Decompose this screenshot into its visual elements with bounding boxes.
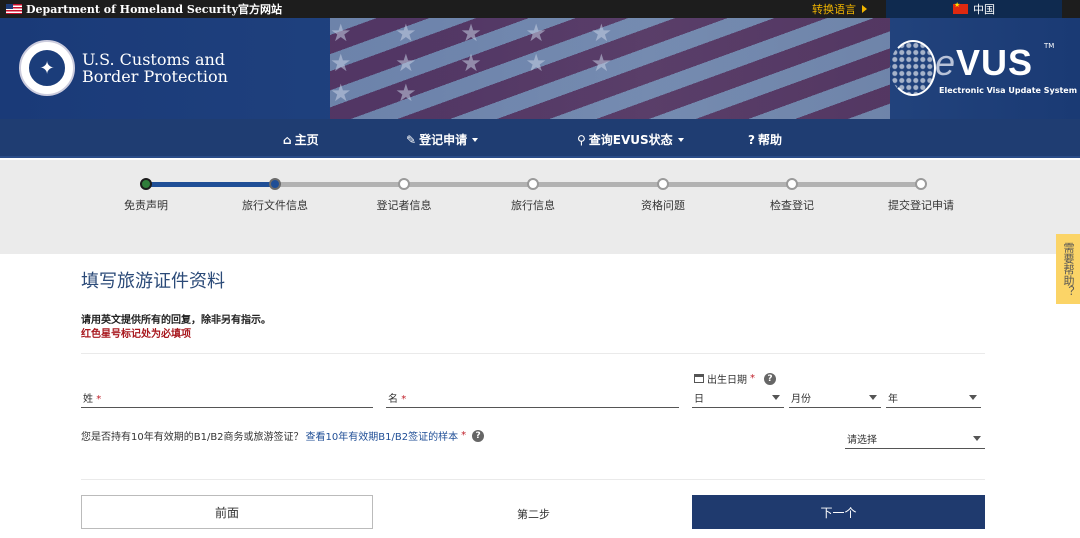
home-icon: ⌂ [283,132,292,147]
required-mark: * [96,394,102,405]
step-dot [398,178,410,190]
step-label: 旅行信息 [511,199,555,212]
china-flag-icon [953,1,968,14]
divider [81,353,985,354]
given-name-label: 名 * [388,390,406,405]
caret-down-icon [973,436,981,441]
calendar-icon [694,374,704,383]
caret-down-icon [472,137,479,142]
help-tab[interactable]: 需要帮助？ [1056,234,1080,304]
nav-item-apply[interactable]: ✎ 登记申请 [406,131,479,148]
nav-item-status[interactable]: ⚲ 查询EVUS状态 [577,131,684,148]
evus-logo[interactable]: eVUS TM Electronic Visa Update System [890,38,1077,100]
step-dot [269,178,281,190]
given-name-label-text: 名 [388,394,398,405]
divider [81,479,985,480]
eagle-icon: ✦ [27,48,67,88]
visa-select-value: 请选择 [847,435,877,446]
dob-month-value: 月份 [791,394,811,405]
dob-year-select[interactable]: 年 [886,386,981,408]
evus-wordmark: eVUS [935,42,1033,84]
caret-down-icon [677,137,684,142]
step-dot [527,178,539,190]
step-dot [786,178,798,190]
nav-item-label: 帮助 [757,133,782,147]
dob-day-select[interactable]: 日 [692,386,784,408]
evus-trademark: TM [1044,42,1055,50]
caret-down-icon [772,395,780,400]
given-name-field[interactable]: 名 * [386,386,679,408]
cbp-line-2: Border Protection [82,67,228,86]
dob-label-text: 出生日期 [707,375,747,386]
step-indicator: 第二步 [517,508,550,521]
main-nav: ⌂ 主页 ✎ 登记申请 ⚲ 查询EVUS状态 ? 帮助 [0,119,1080,158]
header-banner: ★ ★ ★ ★ ★ ★ ★ ★ ★ ★ ★ ★ ✦ U.S. Customs a… [0,18,1080,119]
switch-language-label: 转换语言 [812,3,856,16]
caret-down-icon [869,395,877,400]
dob-label: 出生日期 * ? [694,371,776,386]
step-label: 资格问题 [641,199,685,212]
stars-decoration: ★ ★ ★ ★ ★ ★ ★ ★ ★ ★ ★ ★ [330,19,631,107]
current-language: 中国 [973,3,995,16]
dob-month-select[interactable]: 月份 [789,386,881,408]
step-dot [915,178,927,190]
top-bar: Department of Homeland Security官方网站 转换语言… [0,0,1080,18]
surname-field[interactable]: 姓 * [81,386,373,408]
visa-select[interactable]: 请选择 [845,427,985,449]
surname-label: 姓 * [83,390,101,405]
progress-fill [145,182,275,187]
surname-label-text: 姓 [83,394,93,405]
visa-question: 您是否持有10年有效期的B1/B2商务或旅游签证？ 查看10年有效期B1/B2签… [81,428,485,443]
step-dot [657,178,669,190]
required-note: 红色星号标记处为必填项 [81,329,191,340]
evus-wordmark-e: e [935,42,957,83]
us-flag-icon [6,4,22,14]
english-note: 请用英文提供所有的回复，除非另有指示。 [81,315,271,326]
nav-item-help[interactable]: ? 帮助 [748,131,782,148]
agency-link[interactable]: Department of Homeland Security官方网站 [6,1,282,17]
question-circle-icon: ? [748,132,755,147]
required-mark: * [401,394,407,405]
nav-item-label: 查询EVUS状态 [588,133,673,147]
question-circle-icon[interactable]: ? [764,372,776,385]
pencil-icon: ✎ [406,132,417,147]
globe-icon [890,40,936,96]
dob-day-value: 日 [694,394,704,405]
language-selector[interactable]: 中国 [886,0,1062,18]
cbp-line-1: U.S. Customs and [82,50,226,69]
step-dot [140,178,152,190]
evus-subtitle: Electronic Visa Update System [939,86,1078,95]
cbp-logo-text[interactable]: U.S. Customs and Border Protection [82,51,228,85]
next-button[interactable]: 下一个 [692,495,985,529]
previous-button[interactable]: 前面 [81,495,373,529]
caret-down-icon [969,395,977,400]
question-circle-icon[interactable]: ? [472,429,485,442]
search-icon: ⚲ [577,132,586,147]
step-label: 登记者信息 [376,199,432,212]
step-label: 检查登记 [770,199,814,212]
step-label: 免责声明 [124,199,168,212]
step-label: 提交登记申请 [888,199,954,212]
required-mark: * [750,373,755,384]
dhs-seal-icon[interactable]: ✦ [19,40,75,96]
nav-item-home[interactable]: ⌂ 主页 [283,131,319,148]
nav-item-label: 登记申请 [419,133,468,147]
required-mark: * [461,430,467,441]
evus-wordmark-rest: VUS [956,42,1034,83]
visa-sample-link[interactable]: 查看10年有效期B1/B2签证的样本 [306,428,459,443]
dob-year-value: 年 [888,394,898,405]
page-title: 填写旅游证件资料 [81,271,225,292]
agency-text: Department of Homeland Security官方网站 [26,3,282,16]
nav-item-label: 主页 [294,133,319,147]
triangle-right-icon [862,5,867,13]
visa-question-text: 您是否持有10年有效期的B1/B2商务或旅游签证？ [81,432,304,443]
progress-steps: 免责声明 旅行文件信息 登记者信息 旅行信息 资格问题 检查登记 提交登记申请 [0,160,1080,254]
step-label: 旅行文件信息 [242,199,308,212]
switch-language-button[interactable]: 转换语言 [812,1,867,17]
